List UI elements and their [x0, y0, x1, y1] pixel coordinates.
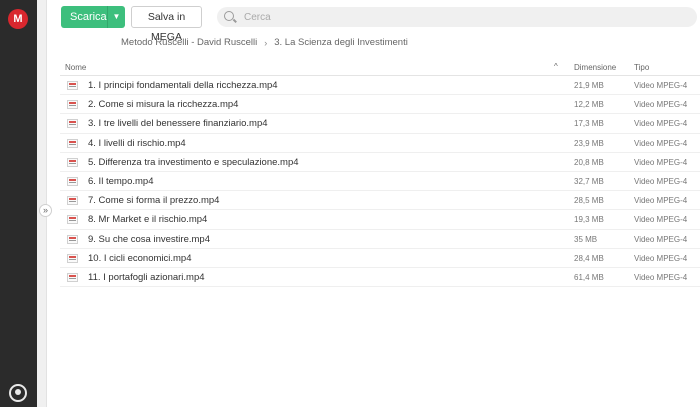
file-type: Video MPEG-4	[634, 176, 688, 186]
table-row[interactable]: 9. Su che cosa investire.mp4 35 MB Video M…	[60, 230, 700, 249]
save-to-mega-button[interactable]: Salva in MEGA	[131, 6, 202, 43]
video-thumbnail-icon	[67, 157, 78, 167]
file-type: Video MPEG-4	[634, 253, 688, 263]
file-type: Video MPEG-4	[634, 138, 688, 148]
file-size: 35 MB	[574, 234, 598, 244]
table-row[interactable]: 7. Come si forma il prezzo.mp4 28,5 MB Vid…	[60, 191, 700, 211]
download-label: Scarica	[70, 11, 107, 23]
file-name: 5. Differenza tra investimento e specula…	[88, 156, 299, 168]
account-icon[interactable]	[9, 384, 27, 402]
video-thumbnail-icon	[67, 119, 78, 129]
table-row[interactable]: 11. I portafogli azionari.mp4 61,4 MB Vide…	[60, 268, 700, 288]
file-size: 21,9 MB	[574, 81, 604, 90]
file-type: Video MPEG-4	[634, 81, 688, 90]
table-row[interactable]: 1. I principi fondamentali della ricchez…	[60, 76, 700, 96]
file-name: 4. I livelli di rischio.mp4	[88, 137, 186, 149]
file-size: 12,2 MB	[574, 100, 604, 110]
file-name: 9. Su che cosa investire.mp4	[88, 233, 210, 245]
mega-logo-icon[interactable]: M	[8, 9, 28, 29]
file-size: 61,4 MB	[574, 272, 604, 282]
table-header: Nome ^ Dimensione Tipo	[60, 58, 700, 76]
file-name: 8. Mr Market e il rischio.mp4	[88, 214, 208, 226]
column-header-type[interactable]: Tipo	[634, 63, 649, 72]
search-input[interactable]	[244, 7, 684, 27]
video-thumbnail-icon	[67, 138, 78, 148]
table-row[interactable]: 8. Mr Market e il rischio.mp4 19,3 MB Vide…	[60, 210, 700, 230]
table-body: 1. I principi fondamentali della ricchez…	[60, 76, 700, 288]
table-row[interactable]: 5. Differenza tra investimento e specula…	[60, 153, 700, 172]
video-thumbnail-icon	[67, 100, 78, 110]
table-row[interactable]: 10. I cicli economici.mp4 28,4 MB Video MP…	[60, 249, 700, 268]
column-header-name[interactable]: Nome	[65, 63, 86, 72]
file-type: Video MPEG-4	[634, 272, 688, 282]
file-size: 28,4 MB	[574, 253, 604, 263]
file-type: Video MPEG-4	[634, 234, 688, 244]
breadcrumb: Metodo Ruscelli - David Ruscelli › 3. La…	[121, 37, 408, 48]
video-thumbnail-icon	[67, 253, 78, 263]
table-row[interactable]: 3. I tre livelli del benessere finanziar…	[60, 114, 700, 134]
sort-ascending-icon[interactable]: ^	[554, 62, 558, 71]
file-size: 19,3 MB	[574, 215, 604, 225]
file-size: 17,3 MB	[574, 119, 604, 129]
file-type: Video MPEG-4	[634, 196, 688, 206]
column-header-size[interactable]: Dimensione	[574, 63, 616, 72]
file-name: 2. Come si misura la ricchezza.mp4	[88, 99, 239, 111]
file-table: Nome ^ Dimensione Tipo 1. I principi fon…	[60, 58, 700, 288]
file-name: 1. I principi fondamentali della ricchez…	[88, 80, 278, 91]
breadcrumb-item-current[interactable]: 3. La Scienza degli Investimenti	[274, 37, 408, 48]
file-type: Video MPEG-4	[634, 215, 688, 225]
table-row[interactable]: 6. Il tempo.mp4 32,7 MB Video MPEG-4	[60, 172, 700, 192]
file-size: 23,9 MB	[574, 138, 604, 148]
file-type: Video MPEG-4	[634, 100, 688, 110]
toolbar: Scarica ▼ Salva in MEGA	[47, 0, 700, 43]
file-type: Video MPEG-4	[634, 119, 688, 129]
download-button[interactable]: Scarica ▼	[61, 6, 125, 28]
table-row[interactable]: 4. I livelli di rischio.mp4 23,9 MB Video …	[60, 134, 700, 153]
file-name: 6. Il tempo.mp4	[88, 175, 154, 187]
chevron-down-icon[interactable]: ▼	[107, 6, 125, 28]
search-bar[interactable]	[217, 7, 697, 27]
double-chevron-right-icon[interactable]: »	[39, 204, 52, 217]
breadcrumb-separator-icon: ›	[264, 37, 268, 48]
file-name: 7. Come si forma il prezzo.mp4	[88, 195, 220, 207]
file-size: 32,7 MB	[574, 176, 604, 186]
video-thumbnail-icon	[67, 81, 78, 90]
search-icon	[224, 11, 234, 21]
table-row[interactable]: 2. Come si misura la ricchezza.mp4 12,2 M…	[60, 95, 700, 115]
video-thumbnail-icon	[67, 215, 78, 225]
video-thumbnail-icon	[67, 176, 78, 186]
breadcrumb-item-parent[interactable]: Metodo Ruscelli - David Ruscelli	[121, 37, 257, 48]
video-thumbnail-icon	[67, 196, 78, 206]
file-name: 10. I cicli economici.mp4	[88, 252, 192, 264]
video-thumbnail-icon	[67, 272, 78, 282]
file-size: 28,5 MB	[574, 196, 604, 206]
video-thumbnail-icon	[67, 234, 78, 244]
file-size: 20,8 MB	[574, 157, 604, 167]
left-rail: M	[0, 0, 37, 407]
file-name: 11. I portafogli azionari.mp4	[88, 271, 205, 283]
file-name: 3. I tre livelli del benessere finanziar…	[88, 118, 268, 130]
file-type: Video MPEG-4	[634, 157, 688, 167]
